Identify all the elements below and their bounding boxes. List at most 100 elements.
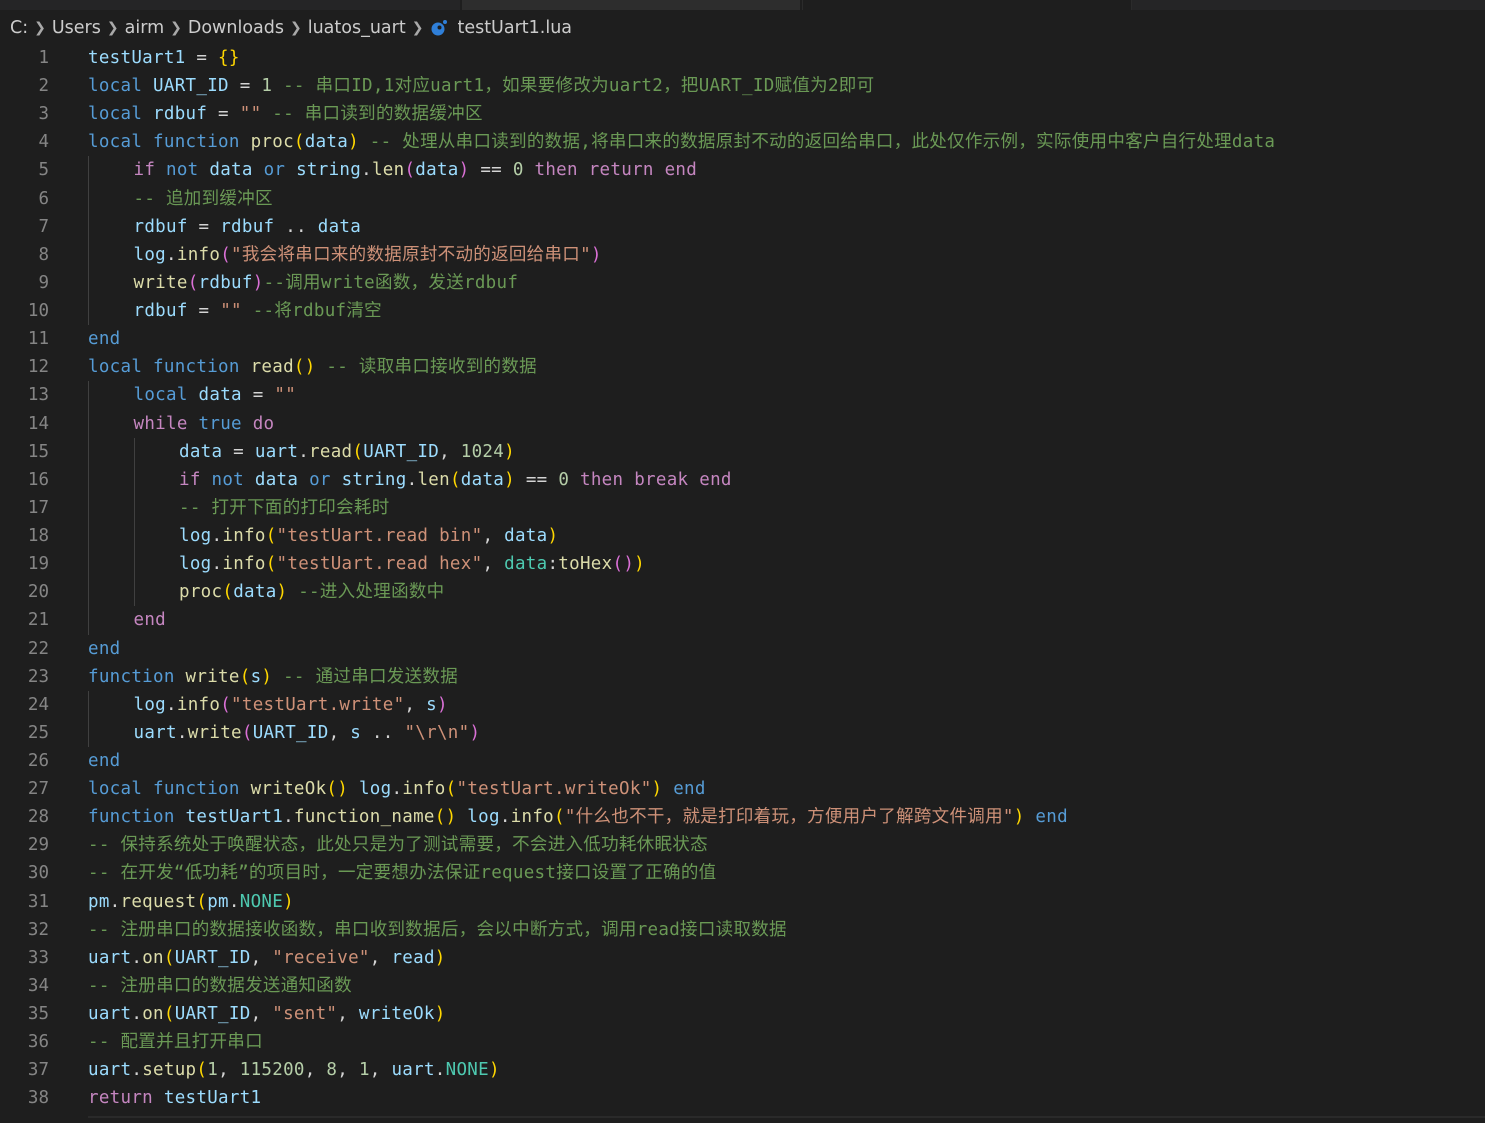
code-text: log.info("testUart.write", s) bbox=[134, 691, 448, 719]
code-token: log bbox=[179, 554, 212, 575]
code-line[interactable]: 3 local rdbuf = "" -- 串口读到的数据缓冲区 bbox=[0, 100, 1485, 128]
breadcrumb: C: ❯ Users ❯ airm ❯ Downloads ❯ luatos_u… bbox=[10, 14, 572, 42]
code-text: local data = "" bbox=[134, 381, 297, 409]
breadcrumb-item-downloads[interactable]: Downloads bbox=[188, 18, 284, 38]
code-line[interactable]: 2 local UART_ID = 1 -- 串口ID,1对应uart1，如果要修… bbox=[0, 72, 1485, 100]
code-line[interactable]: 26 end bbox=[0, 747, 1485, 775]
code-text: -- 注册串口的数据接收函数，串口收到数据后，会以中断方式，调用read接口读取… bbox=[88, 916, 787, 944]
code-line[interactable]: 28 function testUart1.function_name() log… bbox=[0, 803, 1485, 831]
code-token: "sent" bbox=[272, 1004, 338, 1025]
code-text: end bbox=[88, 635, 121, 663]
code-token: testUart1 bbox=[163, 1088, 262, 1109]
code-token: end bbox=[88, 751, 121, 771]
code-line[interactable]: 36 -- 配置并且打开串口 bbox=[0, 1028, 1485, 1056]
code-line[interactable]: 33 uart.on(UART_ID, "receive", read) bbox=[0, 944, 1485, 972]
code-token: -- 串口读到的数据缓冲区 bbox=[261, 104, 483, 125]
line-number: 27 bbox=[27, 779, 49, 800]
code-line[interactable]: 8 log.info("我会将串口来的数据原封不动的返回给串口") bbox=[0, 241, 1485, 269]
code-line[interactable]: 9 write(rdbuf)--调用write函数，发送rdbuf bbox=[0, 269, 1485, 297]
code-line[interactable]: 37 uart.setup(1, 115200, 8, 1, uart.NONE) bbox=[0, 1056, 1485, 1084]
code-line[interactable]: 34 -- 注册串口的数据发送通知函数 bbox=[0, 972, 1485, 1000]
code-line[interactable]: 16 if not data or string.len(data) == 0 t… bbox=[0, 466, 1485, 494]
code-token: ) bbox=[348, 132, 359, 153]
code-line[interactable]: 17 -- 打开下面的打印会耗时 bbox=[0, 494, 1485, 522]
code-line[interactable]: 31 pm.request(pm.NONE) bbox=[0, 888, 1485, 916]
code-line[interactable]: 32 -- 注册串口的数据接收函数，串口收到数据后，会以中断方式，调用read接口… bbox=[0, 916, 1485, 944]
code-line[interactable]: 18 log.info("testUart.read bin", data) bbox=[0, 522, 1485, 550]
code-line[interactable]: 15 data = uart.read(UART_ID, 1024) bbox=[0, 438, 1485, 466]
code-token: rdbuf bbox=[198, 272, 253, 293]
code-line[interactable]: 25 uart.write(UART_ID, s .. "\r\n") bbox=[0, 719, 1485, 747]
line-number: 25 bbox=[27, 722, 49, 743]
editor-tab[interactable] bbox=[0, 0, 460, 10]
code-token: -- 读取串口接收到的数据 bbox=[315, 357, 537, 378]
code-token: ) bbox=[469, 722, 481, 743]
code-line[interactable]: 5 if not data or string.len(data) == 0 th… bbox=[0, 156, 1485, 184]
code-line[interactable]: 35 uart.on(UART_ID, "sent", writeOk) bbox=[0, 1000, 1485, 1028]
code-text: end bbox=[88, 325, 121, 353]
code-line[interactable]: 13 local data = "" bbox=[0, 381, 1485, 409]
code-line[interactable]: 21 end bbox=[0, 606, 1485, 634]
code-line[interactable]: 6 -- 追加到缓冲区 bbox=[0, 185, 1485, 213]
code-line[interactable]: 20 proc(data) --进入处理函数中 bbox=[0, 578, 1485, 606]
code-token: ( bbox=[352, 441, 364, 462]
editor-tab-active[interactable] bbox=[802, 0, 1132, 10]
breadcrumb-item-drive[interactable]: C: bbox=[10, 18, 28, 38]
code-token: ( bbox=[449, 469, 461, 490]
breadcrumb-item-airm[interactable]: airm bbox=[125, 18, 165, 38]
code-token: = bbox=[207, 104, 240, 125]
breadcrumb-file[interactable]: testUart1.lua bbox=[457, 18, 572, 38]
code-token: local bbox=[88, 76, 143, 97]
code-token: , bbox=[482, 526, 505, 547]
code-line[interactable]: 24 log.info("testUart.write", s) bbox=[0, 691, 1485, 719]
editor-tab[interactable] bbox=[1132, 0, 1485, 10]
code-token: data bbox=[317, 216, 362, 237]
code-line[interactable]: 38 return testUart1 bbox=[0, 1084, 1485, 1112]
code-token: ) bbox=[261, 666, 273, 687]
code-text: function testUart1.function_name() log.i… bbox=[88, 803, 1068, 831]
code-line[interactable]: 10 rdbuf = "" --将rdbuf清空 bbox=[0, 297, 1485, 325]
breadcrumb-item-folder[interactable]: luatos_uart bbox=[308, 18, 406, 38]
code-line[interactable]: 12 local function read() -- 读取串口接收到的数据 bbox=[0, 353, 1485, 381]
code-line[interactable]: 22 end bbox=[0, 635, 1485, 663]
chevron-right-icon: ❯ bbox=[106, 20, 119, 36]
breadcrumb-item-users[interactable]: Users bbox=[52, 18, 101, 38]
code-token: = bbox=[187, 216, 221, 237]
code-token: end bbox=[88, 329, 121, 350]
code-line[interactable]: 27 local function writeOk() log.info("tes… bbox=[0, 775, 1485, 803]
code-token: . bbox=[166, 244, 177, 265]
code-token: setup bbox=[142, 1060, 197, 1081]
code-token: ) bbox=[434, 1004, 446, 1025]
line-number: 20 bbox=[27, 582, 49, 603]
code-line[interactable]: 19 log.info("testUart.read hex", data:toH… bbox=[0, 550, 1485, 578]
code-editor[interactable]: 1 testUart1 = {} 2 local UART_ID = 1 -- 串口I… bbox=[0, 44, 1485, 1123]
editor-tab[interactable] bbox=[462, 0, 800, 10]
code-line[interactable]: 29 -- 保持系统处于唤醒状态，此处只是为了测试需要，不会进入低功耗休眠状态 bbox=[0, 831, 1485, 859]
code-token: "receive" bbox=[272, 947, 370, 968]
code-token: . bbox=[131, 1060, 143, 1081]
code-line[interactable]: 4 local function proc(data) -- 处理从串口读到的数据… bbox=[0, 128, 1485, 156]
code-token: break bbox=[634, 469, 689, 490]
code-line[interactable]: 30 -- 在开发“低功耗”的项目时，一定要想办法保证request接口设置了正确… bbox=[0, 859, 1485, 887]
code-token: UART_ID bbox=[252, 722, 329, 743]
code-line[interactable]: 23 function write(s) -- 通过串口发送数据 bbox=[0, 663, 1485, 691]
code-line[interactable]: 1 testUart1 = {} bbox=[0, 44, 1485, 72]
code-token: log bbox=[133, 694, 167, 715]
code-line[interactable]: 7 rdbuf = rdbuf .. data bbox=[0, 213, 1485, 241]
code-token: ( bbox=[293, 132, 305, 153]
code-line[interactable]: 11 end bbox=[0, 325, 1485, 353]
code-text: uart.write(UART_ID, s .. "\r\n") bbox=[134, 719, 481, 747]
code-token: -- 处理从串口读到的数据,将串口来的数据原封不动的返回给串口，此处仅作示例，实… bbox=[358, 132, 1276, 153]
code-token: uart bbox=[88, 947, 132, 968]
code-token: if bbox=[179, 469, 201, 490]
code-text: log.info("testUart.read bin", data) bbox=[179, 522, 558, 550]
code-token: -- 注册串口的数据接收函数，串口收到数据后，会以中断方式，调用read接口读取… bbox=[88, 919, 787, 940]
code-token: ( bbox=[265, 554, 277, 575]
code-token: uart bbox=[88, 1004, 132, 1025]
code-line[interactable]: 14 while true do bbox=[0, 410, 1485, 438]
